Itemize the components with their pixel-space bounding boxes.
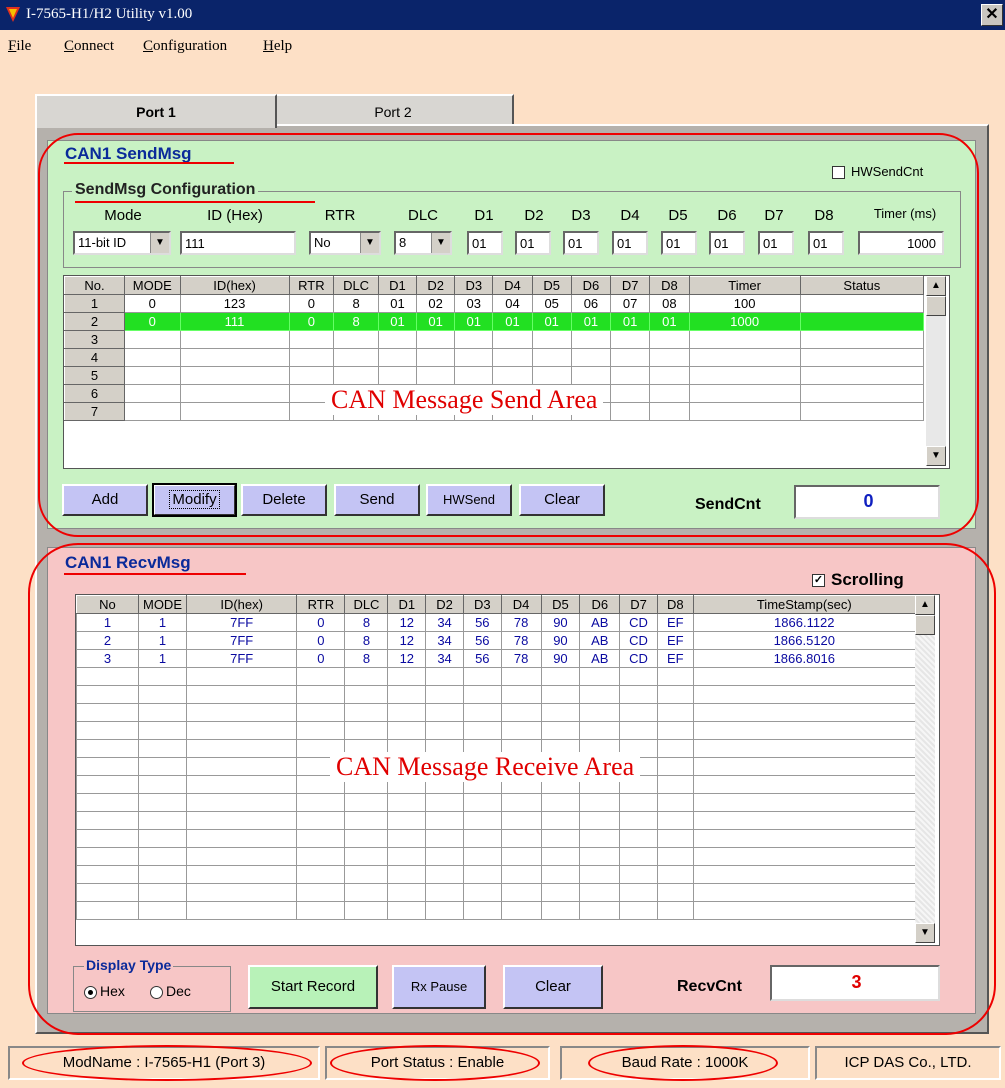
- recv-area-highlight: [28, 543, 996, 1035]
- status-company: ICP DAS Co., LTD.: [815, 1046, 1001, 1080]
- send-title-underline: [64, 162, 234, 164]
- menu-configuration[interactable]: Configuration: [143, 38, 227, 55]
- app-icon: [6, 7, 20, 22]
- config-title-underline: [75, 201, 315, 203]
- title-bar: I-7565-H1/H2 Utility v1.00 ✕: [0, 0, 1005, 30]
- menu-file[interactable]: File: [8, 38, 31, 55]
- baud-highlight: [588, 1045, 778, 1081]
- tab-port-2[interactable]: Port 2: [272, 94, 514, 126]
- modname-highlight: [22, 1045, 312, 1081]
- tab-port-1-label: Port 1: [136, 104, 176, 120]
- menu-help[interactable]: Help: [263, 38, 292, 55]
- window-title: I-7565-H1/H2 Utility v1.00: [26, 6, 193, 22]
- tab-port-1[interactable]: Port 1: [35, 94, 277, 128]
- port-status-highlight: [330, 1045, 540, 1081]
- recv-title-underline: [64, 573, 246, 575]
- menu-connect[interactable]: Connect: [64, 38, 114, 55]
- menu-bar: File Connect Configuration Help: [0, 30, 1005, 60]
- tab-port-2-label: Port 2: [374, 104, 412, 120]
- send-area-highlight: [38, 133, 979, 537]
- close-button[interactable]: ✕: [981, 4, 1003, 26]
